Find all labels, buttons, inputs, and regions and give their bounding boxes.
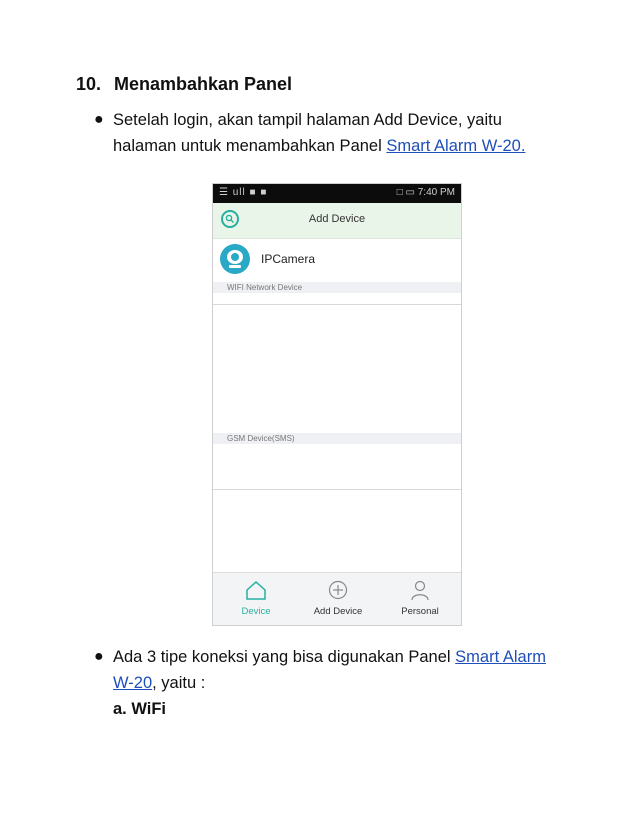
tab-device[interactable]: Device xyxy=(215,579,297,617)
heading-title: Menambahkan Panel xyxy=(114,74,293,94)
plus-circle-icon xyxy=(297,579,379,603)
divider xyxy=(213,304,461,305)
bullet2-text: Ada 3 tipe koneksi yang bisa digunakan P… xyxy=(113,648,456,666)
sub-item-wifi: a. WiFi xyxy=(113,700,167,718)
bullet2-line2: W-20, yaitu : xyxy=(113,671,205,695)
camera-icon xyxy=(220,244,250,274)
bullet2-tail: , yaitu : xyxy=(152,674,206,692)
status-bar: ☰ ull ■ ■ □ ▭ 7:40 PM xyxy=(213,184,461,203)
tab-add-device[interactable]: Add Device xyxy=(297,579,379,617)
phone-screenshot: ☰ ull ■ ■ □ ▭ 7:40 PM Add Device IPCamer… xyxy=(212,183,462,626)
section-gsm-label: GSM Device(SMS) xyxy=(227,434,295,443)
app-bar: Add Device xyxy=(213,203,461,239)
smart-alarm-link[interactable]: Smart Alarm xyxy=(455,648,546,666)
bottom-tab-bar: Device Add Device Personal xyxy=(213,572,461,625)
divider xyxy=(213,489,461,490)
person-icon xyxy=(379,579,461,603)
device-row-ipcamera[interactable]: IPCamera xyxy=(213,239,461,282)
section-wifi-label: WIFI Network Device xyxy=(227,283,303,292)
device-name: IPCamera xyxy=(261,252,316,266)
status-left: ☰ ull ■ ■ xyxy=(219,187,268,198)
smart-alarm-link[interactable]: Smart Alarm W-20. xyxy=(386,137,525,155)
tab-device-label: Device xyxy=(241,606,271,617)
section-wifi-devices: WIFI Network Device xyxy=(213,282,461,293)
tab-personal[interactable]: Personal xyxy=(379,579,461,617)
bullet-dot-icon: ● xyxy=(94,111,104,128)
heading-number: 10. xyxy=(76,74,102,94)
bullet-text-line2: halaman untuk menambahkan Panel Smart Al… xyxy=(113,134,525,158)
home-icon xyxy=(215,579,297,603)
w20-link[interactable]: W-20 xyxy=(113,674,152,692)
bullet-text-line1: Setelah login, akan tampil halaman Add D… xyxy=(113,111,502,129)
section-gsm-devices: GSM Device(SMS) xyxy=(213,433,461,444)
section-heading: 10. Menambahkan Panel xyxy=(76,74,292,95)
status-right: □ ▭ 7:40 PM xyxy=(396,187,455,198)
tab-personal-label: Personal xyxy=(401,606,439,617)
bullet2-line1: Ada 3 tipe koneksi yang bisa digunakan P… xyxy=(113,645,546,669)
bullet-dot-icon: ● xyxy=(94,648,104,665)
app-bar-title: Add Device xyxy=(308,213,366,225)
bullet-text-plain: halaman untuk menambahkan Panel xyxy=(113,137,387,155)
tab-add-device-label: Add Device xyxy=(313,606,363,617)
